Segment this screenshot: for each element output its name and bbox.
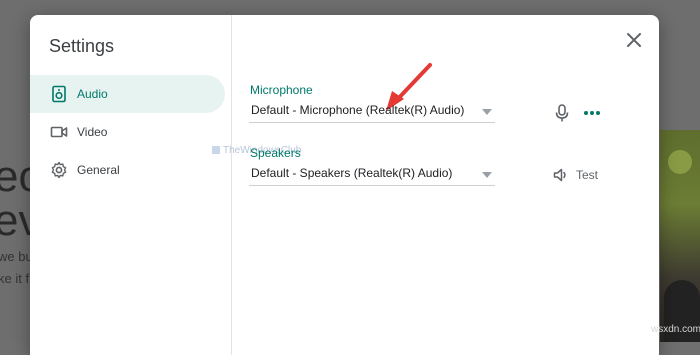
microphone-select[interactable]: Default - Microphone (Realtek(R) Audio) xyxy=(249,100,495,123)
more-options-icon[interactable] xyxy=(582,103,602,123)
camera-icon xyxy=(50,126,68,138)
gear-icon xyxy=(51,161,67,179)
speakers-selected-value: Default - Speakers (Realtek(R) Audio) xyxy=(251,166,453,180)
microphone-label: Microphone xyxy=(250,83,313,97)
site-watermark: wsxdn.com xyxy=(651,324,700,335)
speakers-label: Speakers xyxy=(250,146,301,160)
sidebar-item-label: Audio xyxy=(77,87,108,101)
watermark-logo-icon xyxy=(212,146,220,154)
settings-sidebar: Settings Audio Video General xyxy=(30,15,232,355)
background-text-line-2: ke it f xyxy=(0,271,30,286)
background-text-line-1: we bu xyxy=(0,249,33,264)
settings-dialog: Settings Audio Video General Microphone … xyxy=(30,15,659,355)
test-speakers-button[interactable]: Test xyxy=(552,165,598,185)
sidebar-item-label: General xyxy=(77,163,120,177)
sidebar-item-label: Video xyxy=(77,125,108,139)
speaker-icon xyxy=(52,85,66,103)
speakers-select[interactable]: Default - Speakers (Realtek(R) Audio) xyxy=(249,163,495,186)
microphone-selected-value: Default - Microphone (Realtek(R) Audio) xyxy=(251,103,465,117)
background-photo xyxy=(660,130,700,342)
microphone-icon[interactable] xyxy=(552,103,572,123)
sidebar-item-audio[interactable]: Audio xyxy=(30,75,225,113)
close-icon[interactable] xyxy=(624,30,644,50)
sidebar-item-general[interactable]: General xyxy=(30,151,225,189)
dropdown-arrow-icon xyxy=(482,109,492,115)
dropdown-arrow-icon xyxy=(482,172,492,178)
sidebar-item-video[interactable]: Video xyxy=(30,113,225,151)
volume-icon xyxy=(553,168,566,182)
dialog-title: Settings xyxy=(49,36,115,56)
test-label: Test xyxy=(576,168,599,182)
